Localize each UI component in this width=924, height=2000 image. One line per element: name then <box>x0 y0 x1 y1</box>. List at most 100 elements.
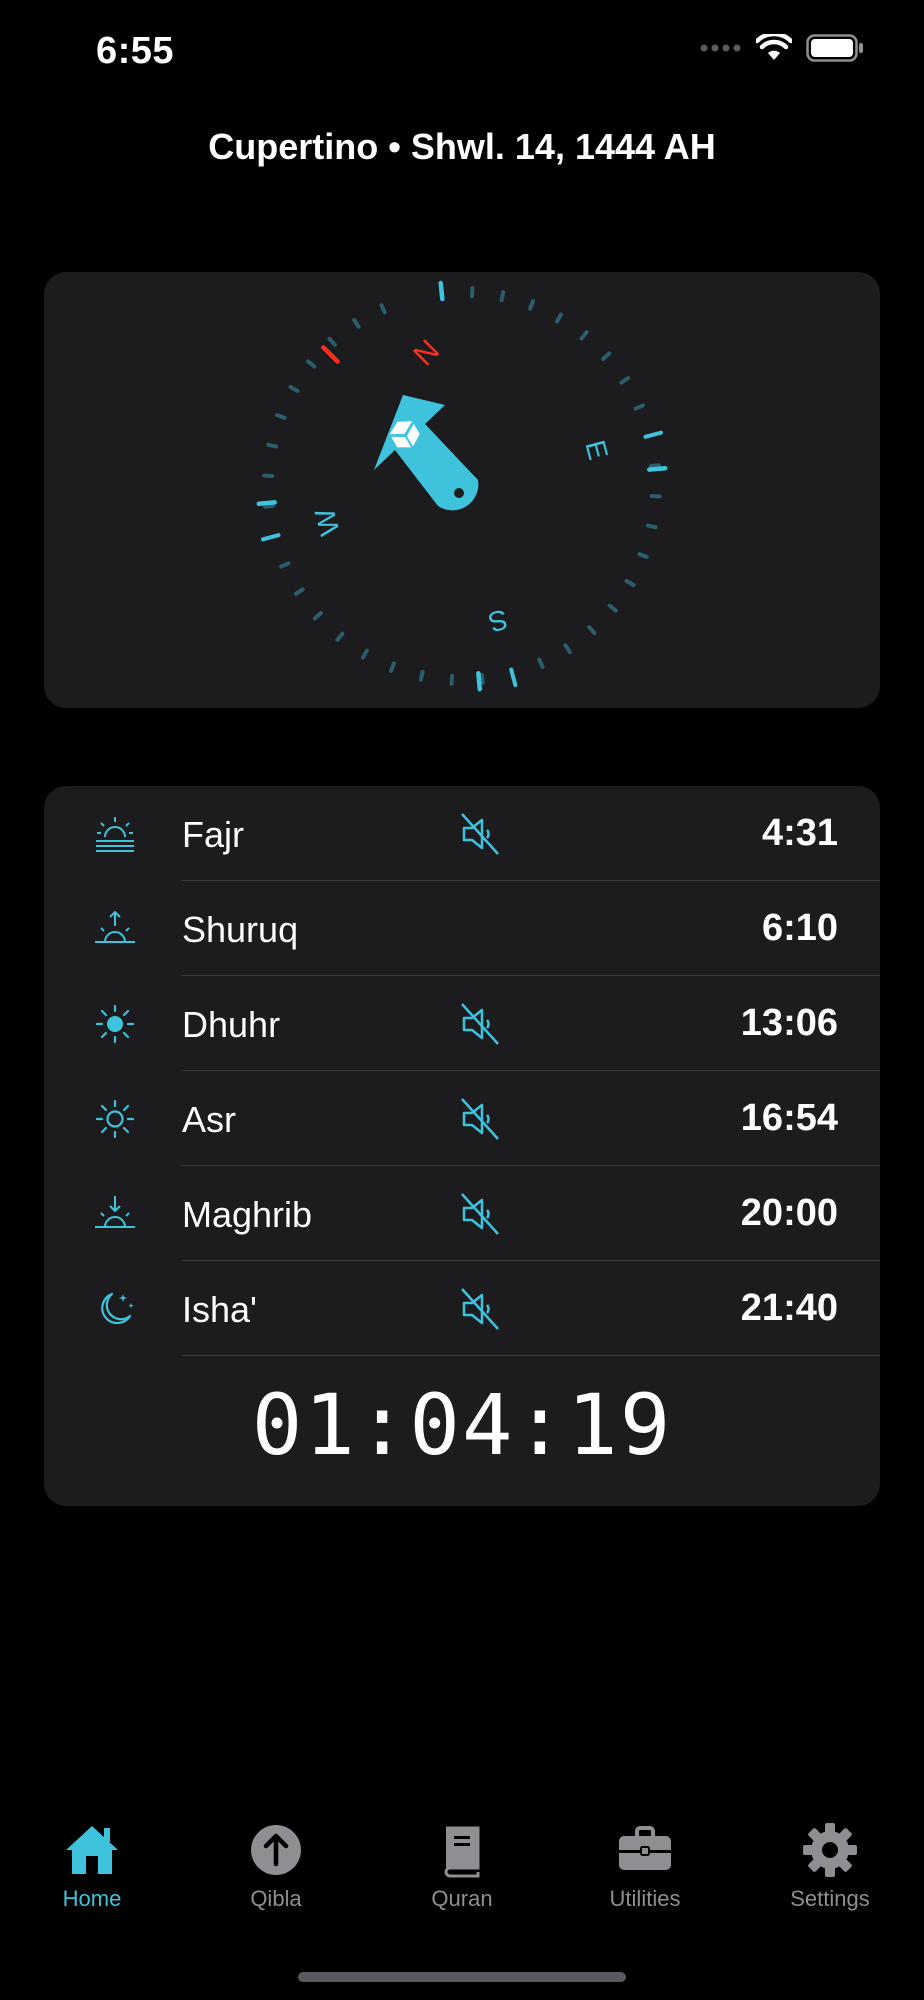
compass-tick <box>528 299 535 311</box>
prayer-time: 6:10 <box>761 907 838 949</box>
compass-tick <box>288 385 300 393</box>
house-icon <box>66 1826 118 1874</box>
sunrise-lines-icon <box>96 817 134 852</box>
speaker-muted-icon[interactable] <box>456 810 504 858</box>
compass-tick <box>624 579 636 587</box>
prayer-name: Asr <box>182 1099 236 1140</box>
prayer-row-dhuhr[interactable]: Dhuhr 13:06 <box>44 976 880 1071</box>
tab-label: Qibla <box>250 1886 302 1911</box>
compass-tick <box>537 657 545 669</box>
compass-tick <box>279 561 291 569</box>
qibla-needle <box>374 395 479 511</box>
prayer-time: 4:31 <box>761 812 838 854</box>
compass-tick <box>645 523 658 530</box>
prayer-row-isha[interactable]: Isha' 21:40 <box>44 1261 880 1356</box>
compass-tick <box>499 290 506 303</box>
compass-tick <box>555 312 563 324</box>
prayer-name: Isha' <box>182 1289 257 1330</box>
tab-quran[interactable]: Quran <box>377 1820 547 1930</box>
compass-tick <box>275 413 287 420</box>
compass-south-label: S <box>485 603 511 638</box>
prayer-name: Maghrib <box>182 1194 313 1235</box>
prayer-row-maghrib[interactable]: Maghrib 20:00 <box>44 1166 880 1261</box>
countdown-timer: 01:04:19 <box>251 1376 673 1474</box>
tab-label: Home <box>62 1886 122 1911</box>
compass-tick <box>607 603 618 613</box>
prayer-name: Fajr <box>182 814 244 855</box>
battery-icon <box>806 34 863 62</box>
compass-major-tick <box>256 500 277 507</box>
book-icon <box>444 1826 480 1878</box>
wifi-icon <box>756 34 792 60</box>
qibla-compass-card: N E S W <box>44 272 880 708</box>
compass-tick <box>352 317 361 329</box>
compass-tick <box>579 330 589 341</box>
compass-tick <box>563 643 572 655</box>
compass-tick <box>306 359 317 369</box>
compass-major-tick <box>647 465 668 472</box>
tab-utilities[interactable]: Utilities <box>560 1820 730 1930</box>
speaker-muted-icon[interactable] <box>456 1285 504 1333</box>
compass-tick <box>379 303 387 315</box>
compass-east-label: E <box>579 437 614 463</box>
speaker-muted-icon[interactable] <box>456 1190 504 1238</box>
prayer-times-card: Fajr 4:31 Shuruq 6:10 Dhuhr 13:06 Asr 16… <box>44 786 880 1506</box>
speaker-muted-icon[interactable] <box>456 1000 504 1048</box>
compass-tick <box>335 631 345 642</box>
prayer-name: Shuruq <box>182 909 299 950</box>
compass-major-tick <box>438 280 445 302</box>
compass-tick <box>619 376 631 385</box>
compass-tick <box>418 669 425 682</box>
signal-icon <box>700 44 741 52</box>
status-bar: 6:55 <box>0 0 924 110</box>
compass-tick <box>263 503 276 509</box>
home-indicator <box>298 1972 626 1982</box>
moon-stars-icon <box>101 1292 134 1325</box>
tab-label: Utilities <box>609 1886 681 1911</box>
status-time: 6:55 <box>96 30 175 72</box>
gear-icon <box>803 1823 857 1877</box>
prayer-time: 20:00 <box>740 1192 838 1234</box>
prayer-time: 13:06 <box>740 1002 838 1044</box>
compass-tick <box>389 661 396 673</box>
tab-home[interactable]: Home <box>7 1820 177 1930</box>
tab-label: Quran <box>431 1886 493 1911</box>
sunset-arrow-icon <box>95 1196 135 1228</box>
prayer-name: Dhuhr <box>182 1004 281 1045</box>
compass-tick <box>293 587 305 596</box>
compass-tick <box>266 442 279 449</box>
tab-qibla[interactable]: Qibla <box>191 1820 361 1930</box>
arrow-up-circle-icon <box>251 1825 301 1875</box>
row-divider <box>182 1355 880 1356</box>
compass-tick <box>261 533 281 542</box>
prayer-time: 21:40 <box>740 1287 838 1329</box>
tab-settings[interactable]: Settings <box>745 1820 915 1930</box>
tab-label: Settings <box>790 1886 870 1911</box>
compass-tick <box>509 667 518 687</box>
compass-north-label: N <box>407 334 446 373</box>
compass-tick <box>633 403 645 411</box>
compass-tick <box>601 351 612 361</box>
compass-major-tick <box>476 671 483 692</box>
briefcase-icon <box>619 1826 671 1870</box>
compass-west-label: W <box>309 505 346 539</box>
prayer-row-fajr[interactable]: Fajr 4:31 <box>44 786 880 881</box>
compass-tick <box>648 463 661 469</box>
speaker-muted-icon[interactable] <box>456 1095 504 1143</box>
compass-tick <box>643 430 663 439</box>
compass-tick <box>479 672 485 685</box>
compass-labels: N <box>407 334 446 373</box>
prayer-row-asr[interactable]: Asr 16:54 <box>44 1071 880 1166</box>
status-icons <box>700 34 864 62</box>
page-title: Cupertino • Shwl. 14, 1444 AH <box>208 126 716 167</box>
compass-north-tick <box>321 345 340 364</box>
sun-outline-icon <box>95 1099 135 1139</box>
compass-dial: N E S W <box>256 280 668 692</box>
compass-tick <box>587 625 597 636</box>
sun-filled-icon <box>95 1004 135 1044</box>
compass-tick <box>312 611 323 621</box>
prayer-time: 16:54 <box>740 1097 838 1139</box>
compass-tick <box>637 552 649 559</box>
sunrise-arrow-icon <box>95 910 135 943</box>
prayer-row-shuruq[interactable]: Shuruq 6:10 <box>44 881 880 976</box>
